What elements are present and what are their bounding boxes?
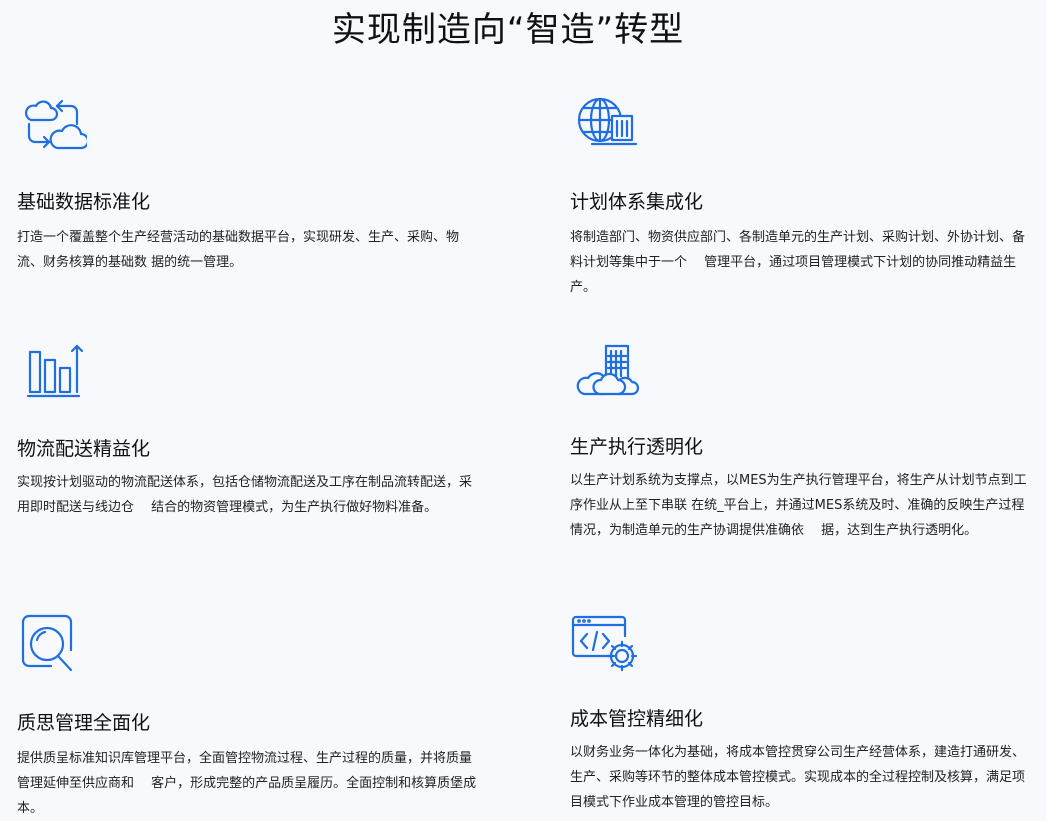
code-gear-icon (570, 612, 640, 676)
feature-description: 提供质呈标准知识库管理平台，全面管控物流过程、生产过程的质量，并将质量管理延伸至… (17, 751, 477, 816)
feature-description: 以生产计划系统为支撑点，以MES为生产执行管理平台，将生产从计划节点到工序作业从… (570, 473, 1027, 538)
magnifier-icon (17, 612, 87, 676)
feature-title: 生产执行透明化 (570, 436, 704, 458)
feature-title: 物流配送精益化 (17, 438, 151, 460)
feature-description: 以财务业务一体化为基础，将成本管控贯穿公司生产经营体系，建造打通研发、生产、采购… (570, 745, 1026, 810)
cloud-sync-icon (17, 92, 87, 156)
feature-title: 基础数据标准化 (17, 191, 151, 213)
feature-title: 成本管控精细化 (570, 708, 704, 730)
feature-title: 计划体系集成化 (570, 191, 704, 213)
feature-description: 实现按计划驱动的物流配送体系，包括仓储物流配送及工序在制品流转配送，采用即时配送… (17, 475, 473, 515)
page-title: 实现制造向“智造”转型 (331, 10, 685, 50)
feature-description: 打造一个覆盖整个生产经营活动的基础数据平台，实现研发、生产、采购、物流、财务核算… (17, 230, 460, 270)
feature-title: 质思管理全面化 (17, 712, 151, 734)
cloud-building-icon (570, 340, 640, 404)
feature-description: 将制造部门、物资供应部门、各制造单元的生产计划、采购计划、外协计划、备料计划等集… (570, 230, 1026, 295)
globe-building-icon (570, 92, 640, 156)
bar-chart-up-icon (17, 340, 87, 404)
